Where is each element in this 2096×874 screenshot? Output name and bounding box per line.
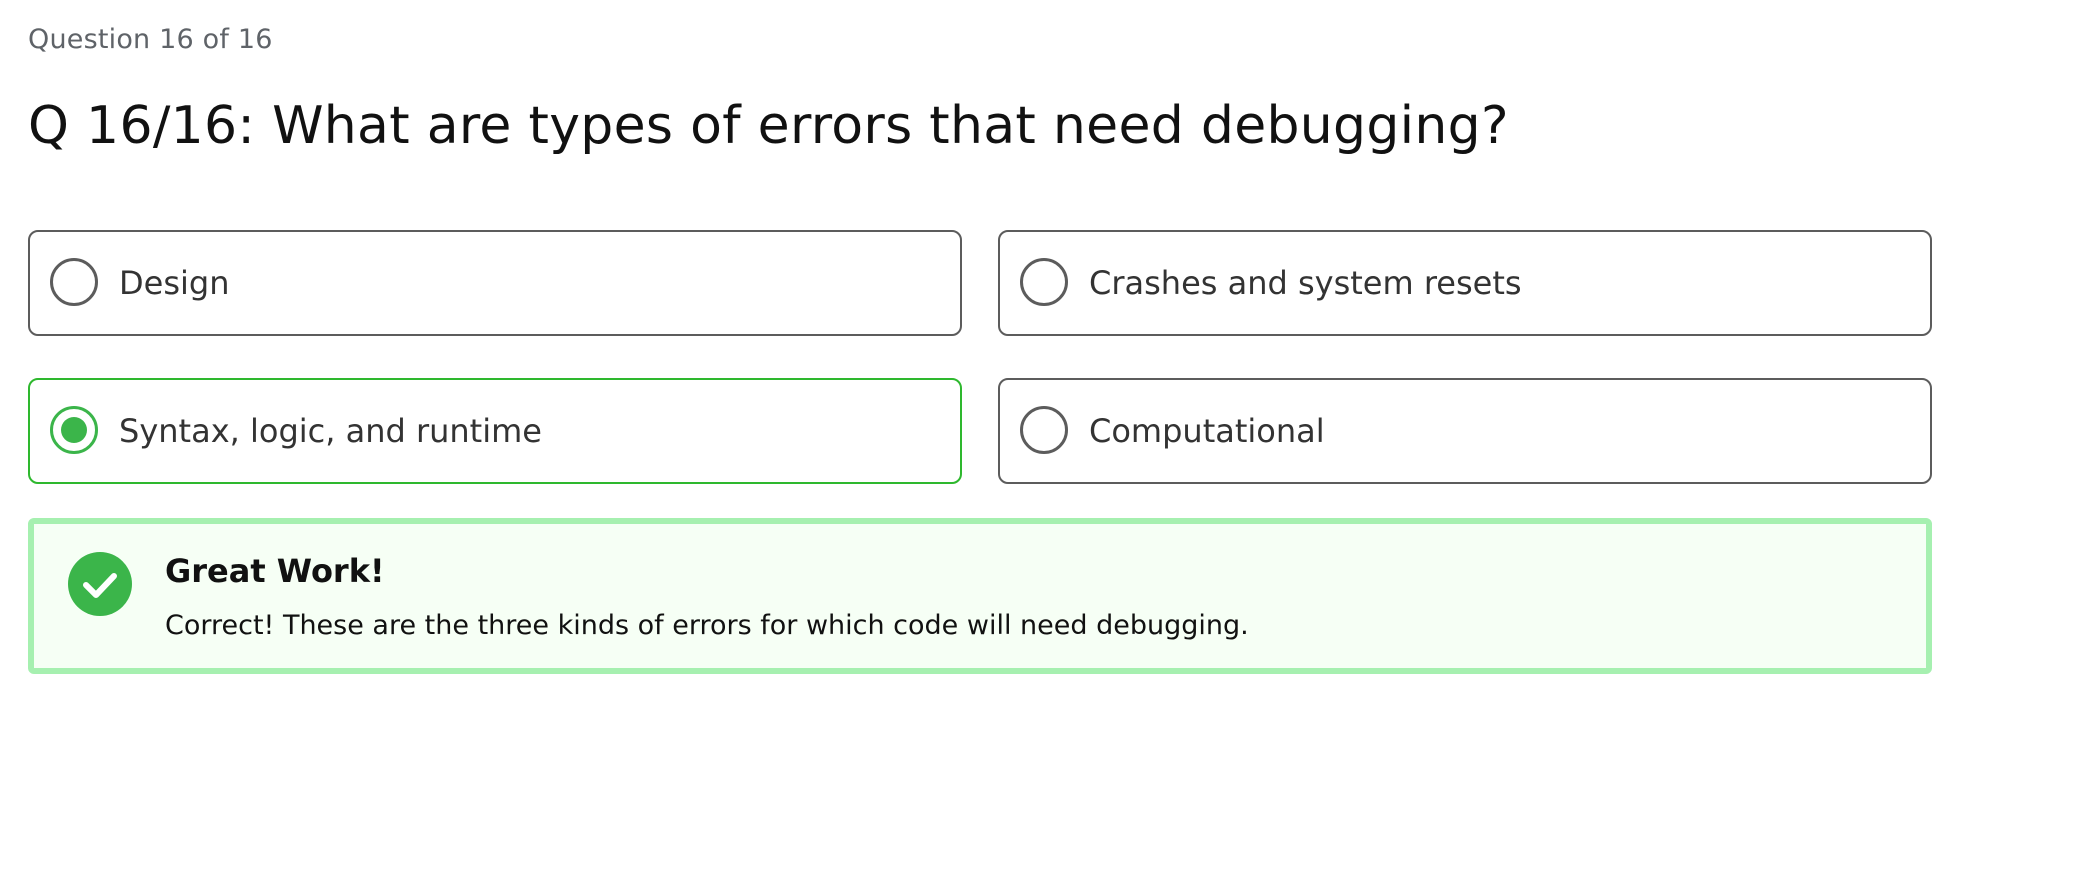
radio-button[interactable] <box>50 258 98 306</box>
feedback-title: Great Work! <box>165 552 385 590</box>
answer-option-label: Computational <box>1089 412 1325 450</box>
answer-option-label: Design <box>119 264 230 302</box>
answer-option-design[interactable]: Design <box>28 230 962 336</box>
question-title: Q 16/16: What are types of errors that n… <box>28 96 1509 156</box>
answer-option-computational[interactable]: Computational <box>998 378 1932 484</box>
question-progress: Question 16 of 16 <box>28 24 273 55</box>
answer-option-label: Crashes and system resets <box>1089 264 1522 302</box>
answer-option-syntax-logic-runtime[interactable]: Syntax, logic, and runtime <box>28 378 962 484</box>
answer-option-crashes[interactable]: Crashes and system resets <box>998 230 1932 336</box>
feedback-message: Correct! These are the three kinds of er… <box>165 610 1249 641</box>
radio-button[interactable] <box>1020 406 1068 454</box>
feedback-panel: Great Work! Correct! These are the three… <box>28 518 1932 674</box>
quiz-page: Question 16 of 16 Q 16/16: What are type… <box>0 0 2096 874</box>
check-circle-icon <box>68 552 132 616</box>
radio-button[interactable] <box>1020 258 1068 306</box>
radio-button-selected[interactable] <box>50 406 98 454</box>
radio-selected-dot <box>61 417 87 443</box>
answer-option-label: Syntax, logic, and runtime <box>119 412 542 450</box>
